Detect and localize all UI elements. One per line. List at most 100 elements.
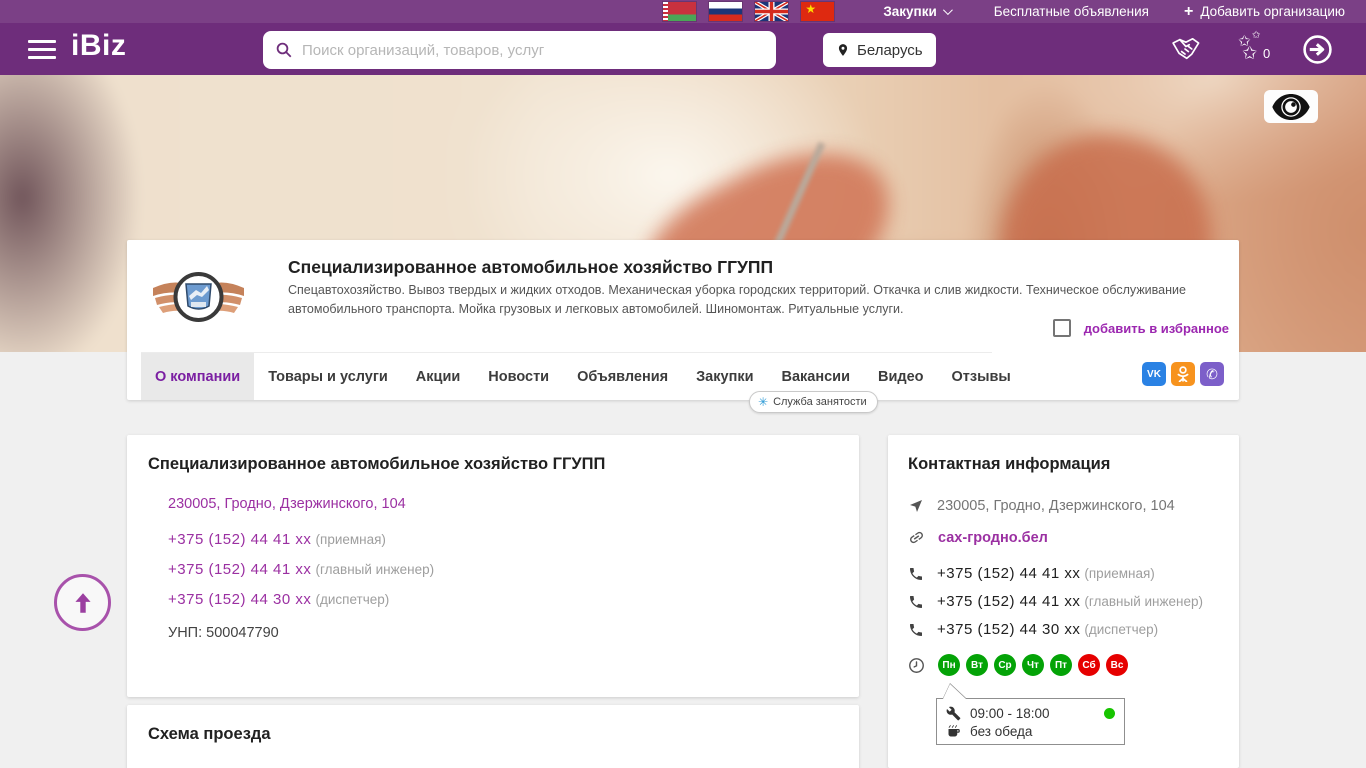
search-icon <box>276 42 292 58</box>
company-nav: О компании Товары и услуги Акции Новости… <box>141 352 1239 400</box>
social-links: VK ✆ <box>1142 362 1224 386</box>
phone-number[interactable]: +375 (152) 44 41 xx <box>937 565 1080 582</box>
lunch-info: без обеда <box>970 723 1033 739</box>
contacts-title: Контактная информация <box>908 455 1111 473</box>
employment-service-badge[interactable]: ✳ Служба занятости <box>749 391 878 413</box>
tab-reviews[interactable]: Отзывы <box>938 353 1025 400</box>
phone-label: (главный инженер) <box>315 562 435 577</box>
contacts-card: Контактная информация 230005, Гродно, Дз… <box>888 435 1239 768</box>
about-address-link[interactable]: 230005, Гродно, Дзержинского, 104 <box>168 496 406 512</box>
arrow-up-icon <box>74 592 91 613</box>
back-to-top-button[interactable] <box>54 574 111 631</box>
odnoklassniki-icon[interactable] <box>1171 362 1195 386</box>
add-organization-link[interactable]: + Добавить организацию <box>1184 3 1345 21</box>
login-icon[interactable] <box>1302 34 1333 70</box>
contacts-phone-row: +375 (152) 44 41 xx (приемная) <box>908 565 1155 582</box>
location-pin-icon <box>838 44 848 56</box>
phone-label: (диспетчер) <box>315 592 390 607</box>
day-chip-wed[interactable]: Ср <box>994 654 1016 676</box>
hamburger-menu-icon[interactable] <box>28 36 56 62</box>
about-card: Специализированное автомобильное хозяйст… <box>127 435 859 697</box>
open-now-indicator <box>1104 707 1115 719</box>
day-chip-tue[interactable]: Вт <box>966 654 988 676</box>
phone-number[interactable]: +375 (152) 44 30 xx <box>168 591 311 608</box>
contacts-phone-row: +375 (152) 44 30 xx (диспетчер) <box>908 621 1158 638</box>
phone-row: +375 (152) 44 41 xx (приемная) <box>168 531 434 548</box>
favorites-count: 0 <box>1263 46 1271 61</box>
eye-icon <box>1272 93 1310 120</box>
main-header: iBiz Беларусь ✩ ✩ ✩ 0 <box>0 23 1366 75</box>
flag-belarus-icon[interactable] <box>663 2 697 21</box>
phone-icon <box>910 595 922 608</box>
contacts-phone-row: +375 (152) 44 41 xx (главный инженер) <box>908 593 1203 610</box>
phone-label: (диспетчер) <box>1084 622 1159 637</box>
topbar: ★ Закупки Бесплатные объявления + Добави… <box>0 0 1366 23</box>
unp-number: УНП: 500047790 <box>168 625 279 641</box>
search-input[interactable] <box>302 41 764 59</box>
contacts-address-row: 230005, Гродно, Дзержинского, 104 <box>908 498 1175 514</box>
phone-row: +375 (152) 44 30 xx (диспетчер) <box>168 591 434 608</box>
accessibility-eye-button[interactable] <box>1264 90 1318 123</box>
company-logo[interactable] <box>145 254 252 338</box>
tab-about[interactable]: О компании <box>141 353 255 400</box>
phone-label: (приемная) <box>1084 566 1155 581</box>
navigation-arrow-icon <box>910 500 922 512</box>
employment-asterisk-icon: ✳ <box>758 395 769 409</box>
procurement-label: Закупки <box>883 4 937 19</box>
employment-label: Служба занятости <box>773 396 867 408</box>
phone-number[interactable]: +375 (152) 44 41 xx <box>168 531 311 548</box>
country-label: Беларусь <box>857 41 923 59</box>
flag-china-icon[interactable]: ★ <box>801 2 835 21</box>
phone-number[interactable]: +375 (152) 44 41 xx <box>937 593 1080 610</box>
day-chip-sun[interactable]: Вс <box>1106 654 1128 676</box>
about-title: Специализированное автомобильное хозяйст… <box>148 455 606 473</box>
page: ★ Закупки Бесплатные объявления + Добави… <box>0 0 1366 768</box>
phone-label: (главный инженер) <box>1084 594 1204 609</box>
day-chip-mon[interactable]: Пн <box>938 654 960 676</box>
language-flags: ★ <box>663 0 835 23</box>
working-hours-tooltip: 09:00 - 18:00 без обеда <box>936 698 1125 745</box>
site-logo[interactable]: iBiz <box>71 29 126 63</box>
tab-video[interactable]: Видео <box>864 353 938 400</box>
company-card: Специализированное автомобильное хозяйст… <box>127 240 1239 400</box>
add-organization-label: Добавить организацию <box>1200 4 1345 19</box>
phone-number[interactable]: +375 (152) 44 30 xx <box>937 621 1080 638</box>
chevron-down-icon <box>942 5 953 16</box>
weekday-chips: Пн Вт Ср Чт Пт Сб Вс <box>938 654 1128 676</box>
procurement-menu[interactable]: Закупки <box>883 4 953 19</box>
free-ads-link[interactable]: Бесплатные объявления <box>994 4 1149 19</box>
favorite-checkbox[interactable] <box>1052 319 1071 337</box>
day-chip-fri[interactable]: Пт <box>1050 654 1072 676</box>
working-hours: 09:00 - 18:00 <box>970 705 1050 721</box>
clock-icon <box>909 658 924 673</box>
flag-uk-icon[interactable] <box>754 0 790 23</box>
schedule-row: Пн Вт Ср Чт Пт Сб Вс <box>908 654 1128 676</box>
tab-promotions[interactable]: Акции <box>402 353 474 400</box>
tab-ads[interactable]: Объявления <box>563 353 682 400</box>
map-title: Схема проезда <box>148 725 271 743</box>
coffee-cup-icon <box>948 724 960 736</box>
favorite-control: добавить в избранное <box>1052 319 1229 337</box>
country-selector-button[interactable]: Беларусь <box>823 33 936 67</box>
website-link[interactable]: сах-гродно.бел <box>938 530 1048 546</box>
tools-icon <box>946 706 961 720</box>
map-card: Схема проезда <box>127 705 859 768</box>
phone-number[interactable]: +375 (152) 44 41 xx <box>168 561 311 578</box>
phone-row: +375 (152) 44 41 xx (главный инженер) <box>168 561 434 578</box>
phone-icon <box>910 623 922 636</box>
search-bar <box>263 31 776 69</box>
company-name: Специализированное автомобильное хозяйст… <box>288 257 774 277</box>
partners-handshake-icon[interactable] <box>1168 34 1202 69</box>
contacts-website-row: сах-гродно.бел <box>908 529 1048 546</box>
favorite-label[interactable]: добавить в избранное <box>1084 321 1229 336</box>
contacts-address: 230005, Гродно, Дзержинского, 104 <box>937 498 1175 514</box>
day-chip-sat[interactable]: Сб <box>1078 654 1100 676</box>
phone-label: (приемная) <box>315 532 386 547</box>
tab-products[interactable]: Товары и услуги <box>254 353 402 400</box>
flag-russia-icon[interactable] <box>709 2 743 21</box>
vk-icon[interactable]: VK <box>1142 362 1166 386</box>
company-description: Спецавтохозяйство. Вывоз твердых и жидки… <box>288 283 1186 317</box>
tab-news[interactable]: Новости <box>474 353 563 400</box>
viber-icon[interactable]: ✆ <box>1200 362 1224 386</box>
day-chip-thu[interactable]: Чт <box>1022 654 1044 676</box>
